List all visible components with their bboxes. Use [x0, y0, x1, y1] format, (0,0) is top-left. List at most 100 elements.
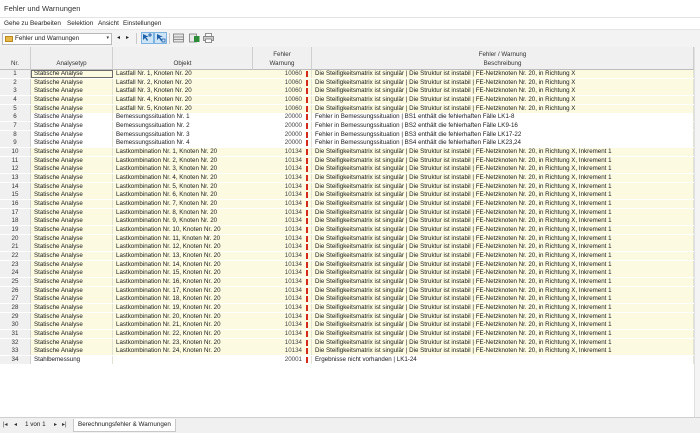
cell-beschreibung[interactable]: Die Steifigkeitsmatrix ist singulär | Di…	[312, 104, 694, 113]
cell-beschreibung[interactable]: Die Steifigkeitsmatrix ist singulär | Di…	[312, 165, 694, 174]
cell-beschreibung[interactable]: Die Steifigkeitsmatrix ist singulär | Di…	[312, 217, 694, 226]
row-number[interactable]: 13	[0, 174, 31, 183]
row-number[interactable]: 26	[0, 286, 31, 295]
export-excel-icon[interactable]	[188, 32, 201, 44]
cell-analysetyp[interactable]: Statische Analyse	[31, 174, 113, 183]
next-page-button[interactable]: ▸	[54, 421, 57, 428]
row-number[interactable]: 12	[0, 165, 31, 174]
cell-analysetyp[interactable]: Statische Analyse	[31, 191, 113, 200]
cell-analysetyp[interactable]: Statische Analyse	[31, 269, 113, 278]
cell-analysetyp[interactable]: Statische Analyse	[31, 338, 113, 347]
cell-analysetyp[interactable]: Statische Analyse	[31, 122, 113, 131]
menu-einstellungen[interactable]: Einstellungen	[123, 20, 161, 27]
cell-beschreibung[interactable]: Die Steifigkeitsmatrix ist singulär | Di…	[312, 234, 694, 243]
cell-beschreibung[interactable]: Die Steifigkeitsmatrix ist singulär | Di…	[312, 182, 694, 191]
row-number[interactable]: 9	[0, 139, 31, 148]
row-number[interactable]: 11	[0, 156, 31, 165]
table-row[interactable]: 16 Statische Analyse Lastkombination Nr. 7…	[0, 200, 700, 209]
last-page-button[interactable]: ▸|	[62, 421, 67, 428]
table-row[interactable]: 6 Statische Analyse Bemessungssituation Nr…	[0, 113, 700, 122]
cell-analysetyp[interactable]: Statische Analyse	[31, 243, 113, 252]
table-row[interactable]: 17 Statische Analyse Lastkombination Nr. 8…	[0, 208, 700, 217]
row-number[interactable]: 3	[0, 87, 31, 96]
row-number[interactable]: 31	[0, 330, 31, 339]
cell-beschreibung[interactable]: Die Steifigkeitsmatrix ist singulär | Di…	[312, 312, 694, 321]
table-row[interactable]: 14 Statische Analyse Lastkombination Nr. 5…	[0, 182, 700, 191]
cell-analysetyp[interactable]: Statische Analyse	[31, 278, 113, 287]
cell-beschreibung[interactable]: Die Steifigkeitsmatrix ist singulär | Di…	[312, 304, 694, 313]
table-row[interactable]: 28 Statische Analyse Lastkombination Nr. 1…	[0, 304, 700, 313]
table-row[interactable]: 11 Statische Analyse Lastkombination Nr. 2…	[0, 156, 700, 165]
cell-analysetyp[interactable]: Statische Analyse	[31, 200, 113, 209]
row-number[interactable]: 18	[0, 217, 31, 226]
table-row[interactable]: 32 Statische Analyse Lastkombination Nr. 2…	[0, 338, 700, 347]
table-row[interactable]: 33 Statische Analyse Lastkombination Nr. 2…	[0, 347, 700, 356]
cell-beschreibung[interactable]: Die Steifigkeitsmatrix ist singulär | Di…	[312, 148, 694, 157]
table-row[interactable]: 26 Statische Analyse Lastkombination Nr. 1…	[0, 286, 700, 295]
cell-analysetyp[interactable]: Statische Analyse	[31, 347, 113, 356]
view-select-dropdown[interactable]: Fehler und Warnungen ▾	[2, 33, 112, 45]
table-row[interactable]: 10 Statische Analyse Lastkombination Nr. 1…	[0, 148, 700, 157]
cell-analysetyp[interactable]: Statische Analyse	[31, 182, 113, 191]
next-button[interactable]: ▸	[123, 33, 132, 43]
cell-analysetyp[interactable]: Statische Analyse	[31, 78, 113, 87]
cell-analysetyp[interactable]: Statische Analyse	[31, 208, 113, 217]
cell-analysetyp[interactable]: Statische Analyse	[31, 252, 113, 261]
column-header-objekt[interactable]: Objekt	[113, 47, 253, 70]
menu-ansicht[interactable]: Ansicht	[98, 20, 119, 27]
cell-analysetyp[interactable]: Statische Analyse	[31, 96, 113, 104]
cell-analysetyp[interactable]: Statische Analyse	[31, 330, 113, 339]
cell-analysetyp[interactable]: Statische Analyse	[31, 286, 113, 295]
table-row[interactable]: 30 Statische Analyse Lastkombination Nr. 2…	[0, 321, 700, 330]
row-number[interactable]: 27	[0, 295, 31, 304]
cell-beschreibung[interactable]: Die Steifigkeitsmatrix ist singulär | Di…	[312, 226, 694, 235]
row-number[interactable]: 6	[0, 113, 31, 122]
cell-beschreibung[interactable]: Die Steifigkeitsmatrix ist singulär | Di…	[312, 269, 694, 278]
cell-beschreibung[interactable]: Die Steifigkeitsmatrix ist singulär | Di…	[312, 174, 694, 183]
row-number[interactable]: 17	[0, 208, 31, 217]
cell-analysetyp[interactable]: Statische Analyse	[31, 312, 113, 321]
cell-analysetyp[interactable]: Statische Analyse	[31, 113, 113, 122]
table-row[interactable]: 22 Statische Analyse Lastkombination Nr. 1…	[0, 252, 700, 261]
row-number[interactable]: 15	[0, 191, 31, 200]
cell-analysetyp[interactable]: Statische Analyse	[31, 165, 113, 174]
cell-analysetyp[interactable]: Statische Analyse	[31, 104, 113, 113]
row-number[interactable]: 22	[0, 252, 31, 261]
table-row[interactable]: 15 Statische Analyse Lastkombination Nr. 6…	[0, 191, 700, 200]
cell-beschreibung[interactable]: Die Steifigkeitsmatrix ist singulär | Di…	[312, 156, 694, 165]
column-header-nr[interactable]: Nr.	[0, 47, 31, 70]
table-row[interactable]: 1 Statische Analyse Lastfall Nr. 1, Knoten…	[0, 70, 700, 78]
select-arrow-icon[interactable]	[141, 32, 154, 44]
cell-analysetyp[interactable]: Stahlbemessung	[31, 356, 113, 365]
cell-beschreibung[interactable]: Die Steifigkeitsmatrix ist singulär | Di…	[312, 278, 694, 287]
table-row[interactable]: 31 Statische Analyse Lastkombination Nr. 2…	[0, 330, 700, 339]
cell-beschreibung[interactable]: Die Steifigkeitsmatrix ist singulär | Di…	[312, 78, 694, 87]
row-number[interactable]: 7	[0, 122, 31, 131]
menu-selektion[interactable]: Selektion	[67, 20, 93, 27]
cell-beschreibung[interactable]: Die Steifigkeitsmatrix ist singulär | Di…	[312, 87, 694, 96]
first-page-button[interactable]: |◂	[3, 421, 8, 428]
cell-analysetyp[interactable]: Statische Analyse	[31, 148, 113, 157]
table-row[interactable]: 13 Statische Analyse Lastkombination Nr. 4…	[0, 174, 700, 183]
cell-analysetyp[interactable]: Statische Analyse	[31, 156, 113, 165]
table-row[interactable]: 27 Statische Analyse Lastkombination Nr. 1…	[0, 295, 700, 304]
cell-analysetyp[interactable]: Statische Analyse	[31, 304, 113, 313]
previous-button[interactable]: ◂	[114, 33, 123, 43]
table-row[interactable]: 5 Statische Analyse Lastfall Nr. 5, Knoten…	[0, 104, 700, 113]
cell-beschreibung[interactable]: Fehler in Bemessungssituation | BS2 enth…	[312, 122, 694, 131]
table-row[interactable]: 19 Statische Analyse Lastkombination Nr. 1…	[0, 226, 700, 235]
column-header-fehler-warnung[interactable]: Fehler Warnung	[253, 47, 312, 70]
cell-analysetyp[interactable]: Statische Analyse	[31, 139, 113, 148]
cell-analysetyp[interactable]: Statische Analyse	[31, 321, 113, 330]
row-number[interactable]: 10	[0, 148, 31, 157]
table-row[interactable]: 12 Statische Analyse Lastkombination Nr. 3…	[0, 165, 700, 174]
row-number[interactable]: 21	[0, 243, 31, 252]
cell-beschreibung[interactable]: Die Steifigkeitsmatrix ist singulär | Di…	[312, 347, 694, 356]
table-row[interactable]: 3 Statische Analyse Lastfall Nr. 3, Knoten…	[0, 87, 700, 96]
cell-analysetyp[interactable]: Statische Analyse	[31, 87, 113, 96]
prev-page-button[interactable]: ◂	[14, 421, 17, 428]
table-row[interactable]: 2 Statische Analyse Lastfall Nr. 2, Knoten…	[0, 78, 700, 87]
row-number[interactable]: 24	[0, 269, 31, 278]
cell-analysetyp[interactable]: Statische Analyse	[31, 130, 113, 139]
row-number[interactable]: 25	[0, 278, 31, 287]
